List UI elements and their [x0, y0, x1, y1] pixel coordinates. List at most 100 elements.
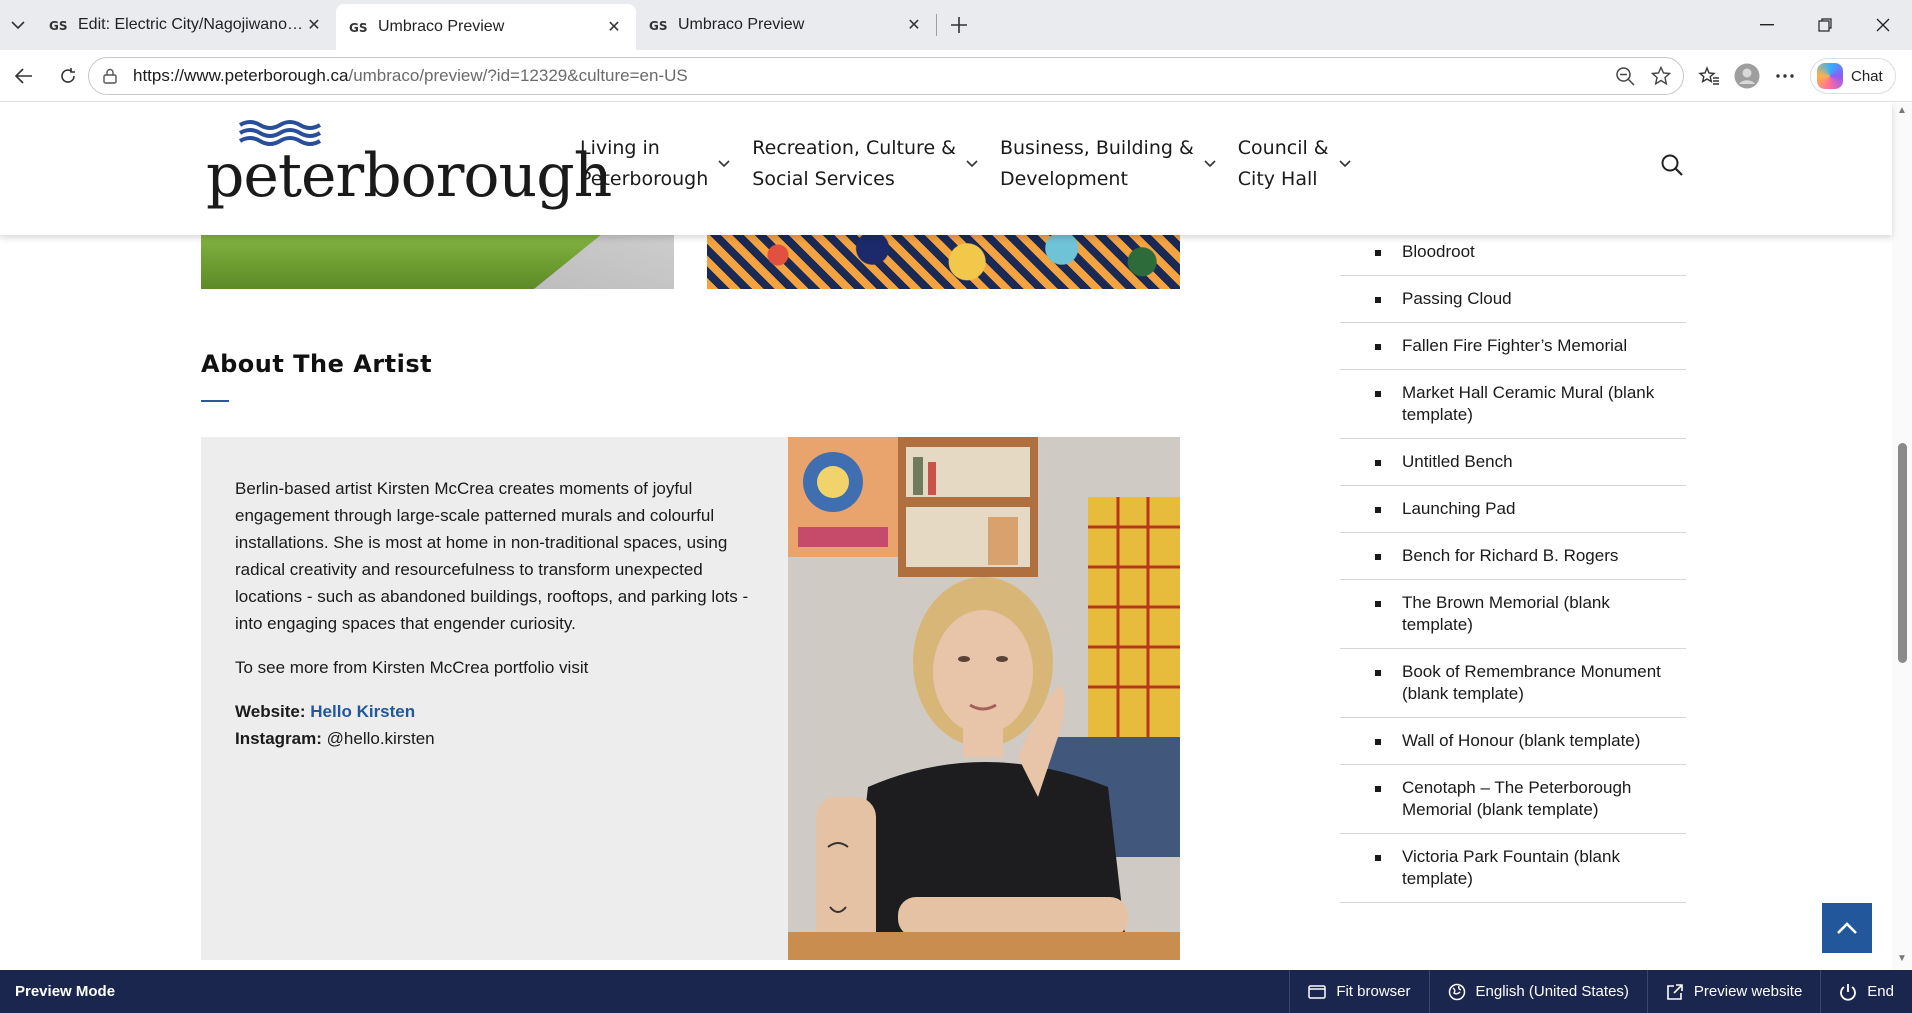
umbraco-preview-bar: Preview Mode Fit browser English (United… — [0, 970, 1912, 1013]
nav-label-line1: Council & — [1237, 137, 1329, 159]
tab-list-chevron-icon[interactable] — [0, 0, 36, 50]
new-tab-plus-icon[interactable] — [937, 4, 981, 46]
language-label: English (United States) — [1475, 983, 1629, 1000]
globe-icon — [1448, 983, 1466, 1001]
page-scrollbar[interactable]: ▲ ▼ — [1892, 103, 1912, 970]
list-item[interactable]: The Brown Memorial (blank template) — [1340, 580, 1686, 649]
scroll-up-arrow-icon[interactable]: ▲ — [1897, 105, 1907, 116]
instagram-label: Instagram: — [235, 729, 322, 748]
list-item[interactable]: Untitled Bench — [1340, 439, 1686, 486]
preview-bar-actions: Fit browser English (United States) Prev… — [1289, 970, 1912, 1013]
list-item[interactable]: Passing Cloud — [1340, 276, 1686, 323]
chevron-down-icon[interactable] — [1204, 160, 1216, 168]
tab-edit-electric-city[interactable]: GS Edit: Electric City/Nagojiwanong - U … — [36, 4, 336, 46]
list-item[interactable]: Wall of Honour (blank template) — [1340, 718, 1686, 765]
toolbar-right: Chat — [1690, 56, 1896, 96]
address-bar[interactable]: https://www.peterborough.ca/umbraco/prev… — [88, 57, 1684, 95]
back-arrow-icon[interactable] — [4, 56, 44, 96]
copilot-chat-button[interactable]: Chat — [1810, 58, 1896, 94]
instagram-line: Instagram: @hello.kirsten — [235, 725, 755, 752]
list-item[interactable]: Market Hall Ceramic Mural (blank templat… — [1340, 370, 1686, 439]
tab-umbraco-preview-active[interactable]: GS Umbraco Preview ✕ — [336, 4, 636, 50]
scroll-down-arrow-icon[interactable]: ▼ — [1897, 953, 1907, 964]
more-options-icon[interactable] — [1766, 56, 1804, 96]
power-icon — [1839, 983, 1857, 1001]
favorites-icon[interactable] — [1690, 56, 1728, 96]
list-item[interactable]: Bloodroot — [1340, 229, 1686, 276]
artist-bio: Berlin-based artist Kirsten McCrea creat… — [235, 479, 749, 633]
chevron-down-icon[interactable] — [1339, 160, 1351, 168]
nav-living-in-peterborough[interactable]: Living in Peterborough — [580, 133, 730, 195]
close-window-icon[interactable] — [1854, 0, 1912, 50]
page-viewport: peterborough Living in Peterborough Recre… — [0, 103, 1912, 970]
chevron-up-icon — [1837, 922, 1857, 934]
profile-avatar-icon[interactable] — [1728, 56, 1766, 96]
svg-text:GS: GS — [349, 21, 367, 34]
tab-umbraco-preview[interactable]: GS Umbraco Preview ✕ — [636, 4, 936, 46]
heading-underline — [201, 400, 229, 402]
svg-text:GS: GS — [49, 19, 67, 32]
tab-title: Umbraco Preview — [678, 16, 805, 33]
external-link-icon — [1666, 983, 1684, 1001]
fit-browser-button[interactable]: Fit browser — [1289, 970, 1428, 1013]
artist-portrait-photo — [788, 437, 1180, 960]
list-item[interactable]: Cenotaph – The Peterborough Memorial (bl… — [1340, 765, 1686, 834]
svg-text:GS: GS — [649, 19, 667, 32]
preview-mode-label: Preview Mode — [15, 983, 116, 1000]
close-tab-icon[interactable]: ✕ — [904, 15, 924, 35]
list-item[interactable]: Bench for Richard B. Rogers — [1340, 533, 1686, 580]
umbraco-favicon-icon: GS — [648, 15, 668, 35]
fit-browser-label: Fit browser — [1336, 983, 1411, 1000]
artwork-sidebar-list: Bloodroot Passing Cloud Fallen Fire Figh… — [1340, 229, 1686, 903]
nav-recreation-culture[interactable]: Recreation, Culture & Social Services — [752, 133, 978, 195]
fit-screen-icon — [1308, 984, 1327, 999]
artist-card: Berlin-based artist Kirsten McCrea creat… — [201, 437, 1180, 960]
end-preview-button[interactable]: End — [1820, 970, 1912, 1013]
logo-wordmark: peterborough — [206, 141, 612, 211]
website-link[interactable]: Hello Kirsten — [310, 702, 415, 721]
browser-toolbar: https://www.peterborough.ca/umbraco/prev… — [0, 50, 1912, 102]
address-bar-icons — [1615, 65, 1672, 91]
list-item[interactable]: Fallen Fire Fighter’s Memorial — [1340, 323, 1686, 370]
tab-strip: GS Edit: Electric City/Nagojiwanong - U … — [0, 0, 1912, 50]
favorite-star-icon[interactable] — [1650, 65, 1672, 91]
scrollbar-thumb[interactable] — [1898, 443, 1907, 663]
window-controls — [1738, 0, 1912, 50]
chevron-down-icon[interactable] — [718, 160, 730, 168]
end-label: End — [1867, 983, 1894, 1000]
tab-title: Edit: Electric City/Nagojiwanong - U — [78, 16, 304, 33]
nav-label-line1: Recreation, Culture & — [752, 137, 956, 159]
zoom-out-icon[interactable] — [1615, 66, 1635, 91]
preview-website-button[interactable]: Preview website — [1646, 970, 1820, 1013]
website-label: Website: — [235, 702, 306, 721]
list-item[interactable]: Book of Remembrance Monument (blank temp… — [1340, 649, 1686, 718]
list-item[interactable]: Victoria Park Fountain (blank template) — [1340, 834, 1686, 903]
site-search-icon[interactable] — [1660, 153, 1684, 182]
nav-label-line2: Development — [999, 168, 1128, 190]
umbraco-favicon-icon: GS — [348, 17, 368, 37]
site-info-lock-icon[interactable] — [103, 68, 121, 84]
chat-label: Chat — [1851, 67, 1883, 85]
about-artist-heading: About The Artist — [201, 350, 433, 378]
tab-title: Umbraco Preview — [378, 18, 505, 35]
umbraco-favicon-icon: GS — [48, 15, 68, 35]
list-item[interactable]: Launching Pad — [1340, 486, 1686, 533]
reload-icon[interactable] — [48, 56, 88, 96]
close-tab-icon[interactable]: ✕ — [604, 17, 624, 37]
url-path: /umbraco/preview/?id=12329&culture=en-US — [348, 66, 688, 85]
close-tab-icon[interactable]: ✕ — [304, 15, 324, 35]
restore-icon[interactable] — [1796, 0, 1854, 50]
minimize-icon[interactable] — [1738, 0, 1796, 50]
language-selector-button[interactable]: English (United States) — [1428, 970, 1647, 1013]
nav-label-line2: Peterborough — [580, 168, 709, 190]
website-line: Website: Hello Kirsten — [235, 698, 755, 725]
main-nav: Living in Peterborough Recreation, Cultur… — [580, 133, 1373, 195]
nav-business-building[interactable]: Business, Building & Development — [1000, 133, 1216, 195]
nav-council-city-hall[interactable]: Council & City Hall — [1238, 133, 1351, 195]
see-more-text: To see more from Kirsten McCrea portfoli… — [235, 658, 589, 677]
copilot-icon — [1817, 63, 1843, 89]
chevron-down-icon[interactable] — [966, 160, 978, 168]
site-header: peterborough Living in Peterborough Recre… — [0, 103, 1892, 235]
back-to-top-button[interactable] — [1822, 903, 1872, 953]
peterborough-logo[interactable]: peterborough — [206, 119, 612, 211]
